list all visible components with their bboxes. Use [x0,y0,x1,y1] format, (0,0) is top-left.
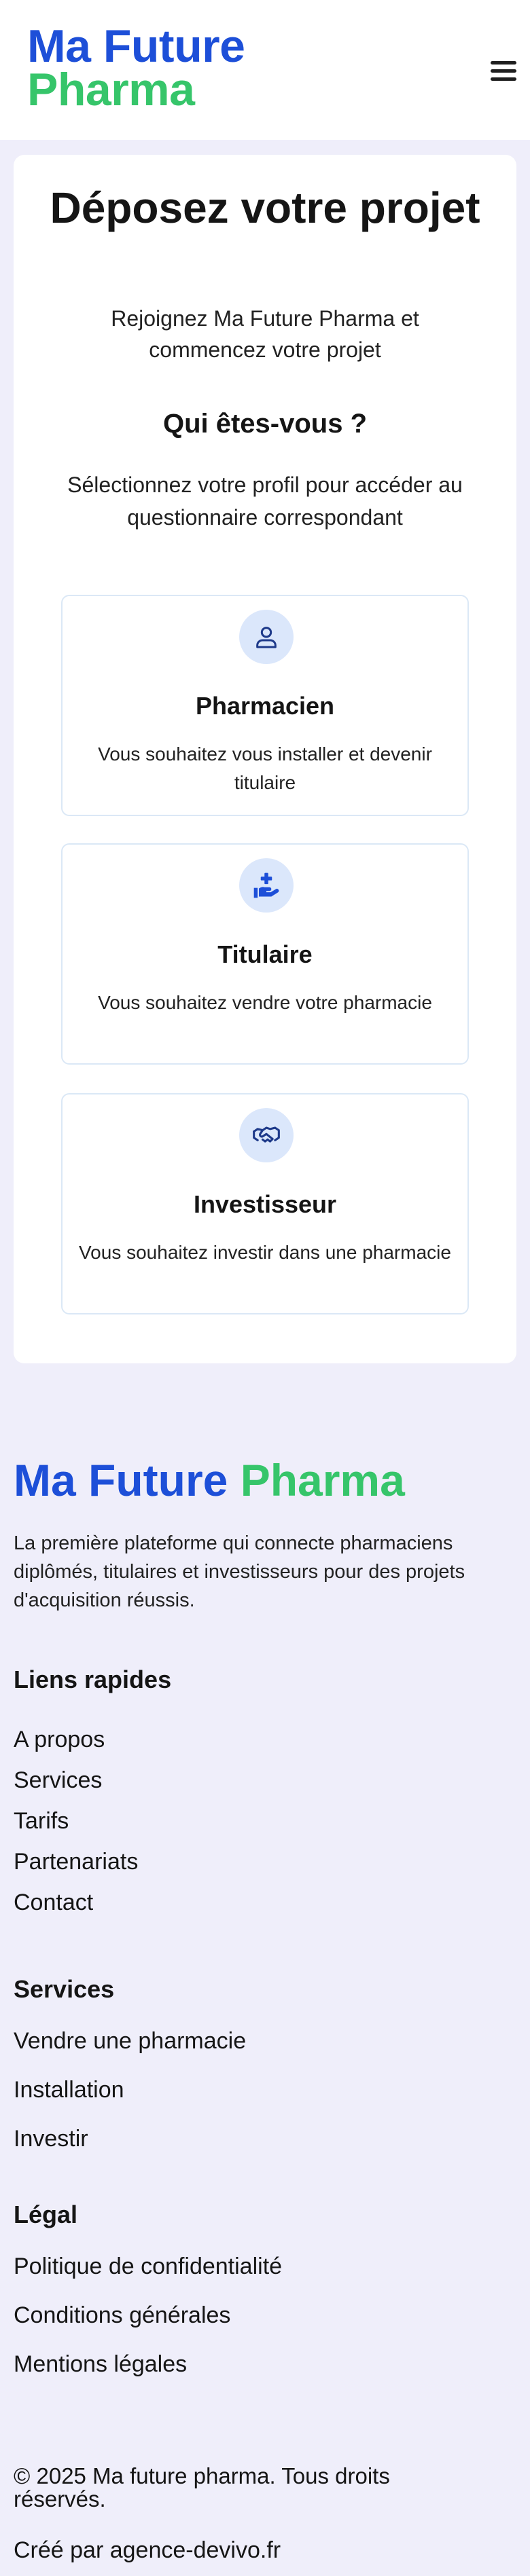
footer-link-contact[interactable]: Contact [14,1888,93,1917]
profile-name: Pharmacien [195,692,335,720]
footer-services-title: Services [14,1975,115,2003]
logo-text-primary: Ma Future [27,20,245,72]
footer-quick-links-title: Liens rapides [14,1666,172,1693]
footer-description: La première plateforme qui connecte phar… [14,1532,465,1611]
profile-description: Vous souhaitez vendre votre pharmacie [98,992,432,1013]
profile-card-investisseur[interactable]: Investisseur Vous souhaitez investir dan… [61,1093,469,1314]
footer-link-vendre[interactable]: Vendre une pharmacie [14,2026,246,2056]
hand-plus-icon [239,858,294,913]
footer-link-services[interactable]: Services [14,1765,102,1795]
footer-credit: Créé par agence-devivo.fr [14,2537,281,2563]
footer-link-mentions[interactable]: Mentions légales [14,2349,187,2379]
footer-link-confidentialite[interactable]: Politique de confidentialité [14,2251,282,2281]
user-icon [239,610,294,664]
page-title: Déposez votre projet [50,183,480,232]
profile-name: Titulaire [217,940,313,968]
profile-name: Investisseur [193,1190,337,1218]
profile-description: Vous souhaitez investir dans une pharmac… [79,1242,451,1263]
footer-logo[interactable]: Ma Future Pharma [14,1453,405,1507]
profile-instruction: Sélectionnez votre profil pour accéder a… [67,473,463,530]
footer-link-partenariats[interactable]: Partenariats [14,1847,138,1877]
footer-copyright: © 2025 Ma future pharma. Tous droits rés… [14,2463,390,2511]
profile-card-titulaire[interactable]: Titulaire Vous souhaitez vendre votre ph… [61,843,469,1065]
profile-card-pharmacien[interactable]: Pharmacien Vous souhaitez vous installer… [61,595,469,816]
page-subtitle: Rejoignez Ma Future Pharma et commencez … [111,306,419,362]
footer-logo-text-primary: Ma Future [14,1455,228,1505]
profile-description: Vous souhaitez vous installer et devenir… [98,743,432,793]
site-logo[interactable]: Ma Future Pharma [27,20,245,115]
handshake-icon [239,1108,294,1162]
footer-link-tarifs[interactable]: Tarifs [14,1806,69,1836]
footer-legal-title: Légal [14,2201,78,2228]
profile-question: Qui êtes-vous ? [162,409,368,439]
footer-logo-text-secondary: Pharma [240,1455,405,1505]
hamburger-menu-icon[interactable] [491,61,518,84]
footer-link-installation[interactable]: Installation [14,2075,124,2105]
logo-text-secondary: Pharma [27,64,195,115]
project-submission-card: Déposez votre projet Rejoignez Ma Future… [14,155,516,1363]
footer-link-a-propos[interactable]: A propos [14,1725,105,1754]
site-header: Ma Future Pharma [0,0,530,140]
footer-link-conditions[interactable]: Conditions générales [14,2300,230,2330]
footer-link-investir[interactable]: Investir [14,2124,88,2154]
